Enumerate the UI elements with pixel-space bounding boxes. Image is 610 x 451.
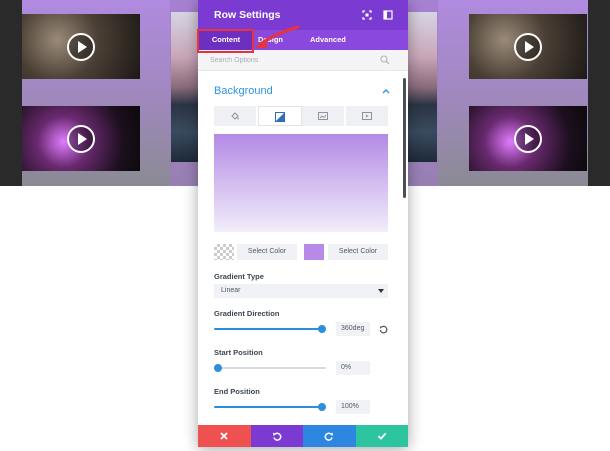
search-icon bbox=[380, 55, 390, 65]
background-tab-video[interactable] bbox=[346, 106, 388, 126]
caret-down-icon bbox=[378, 289, 384, 293]
video-thumbnail[interactable] bbox=[469, 14, 587, 79]
background-tab-image[interactable] bbox=[302, 106, 344, 126]
start-position-value[interactable]: 0% bbox=[336, 361, 370, 375]
modal-title: Row Settings bbox=[214, 9, 281, 21]
slider-knob[interactable] bbox=[318, 403, 326, 411]
gradient-color-pickers: Select Color Select Color bbox=[214, 244, 390, 260]
image-icon bbox=[318, 112, 328, 120]
slider-knob[interactable] bbox=[318, 325, 326, 333]
gradient-direction-slider[interactable] bbox=[214, 324, 326, 334]
slider-knob[interactable] bbox=[214, 364, 222, 372]
gradient-type-label: Gradient Type bbox=[214, 272, 264, 281]
color-swatch-transparent[interactable] bbox=[214, 244, 234, 260]
right-dark-margin bbox=[588, 0, 610, 186]
video-thumbnail[interactable] bbox=[469, 106, 587, 171]
scrollbar[interactable] bbox=[403, 78, 406, 198]
color-swatch-purple[interactable] bbox=[304, 244, 324, 260]
gradient-type-value: Linear bbox=[221, 287, 241, 294]
video-icon bbox=[362, 112, 372, 120]
end-position-label: End Position bbox=[214, 387, 260, 396]
fullscreen-icon[interactable] bbox=[362, 10, 372, 20]
video-thumbnail[interactable] bbox=[22, 106, 140, 171]
annotation-highlight-box bbox=[197, 29, 254, 53]
gradient-preview bbox=[214, 134, 388, 232]
modal-title-bar[interactable]: Row Settings bbox=[198, 0, 408, 30]
play-icon[interactable] bbox=[67, 124, 95, 153]
video-thumbnail[interactable] bbox=[22, 14, 140, 79]
end-position-value[interactable]: 100% bbox=[336, 400, 370, 414]
sidebar-toggle-icon[interactable] bbox=[383, 10, 393, 20]
close-icon bbox=[220, 432, 228, 440]
background-type-tabs bbox=[214, 106, 390, 126]
gradient-type-select[interactable]: Linear bbox=[214, 284, 388, 298]
cancel-button[interactable] bbox=[198, 425, 251, 447]
gradient-direction-value[interactable]: 360deg bbox=[336, 322, 370, 336]
annotation-arrow-icon bbox=[255, 25, 300, 48]
left-dark-margin bbox=[0, 0, 22, 186]
background-tab-color[interactable] bbox=[214, 106, 256, 126]
search-bar bbox=[198, 50, 408, 71]
undo-icon bbox=[272, 432, 281, 441]
undo-button[interactable] bbox=[250, 425, 303, 447]
section-title-background[interactable]: Background bbox=[214, 85, 273, 97]
select-color-button-end[interactable]: Select Color bbox=[328, 244, 388, 260]
reset-icon[interactable] bbox=[379, 325, 388, 334]
redo-button[interactable] bbox=[303, 425, 356, 447]
chevron-up-icon[interactable] bbox=[382, 87, 390, 95]
end-position-slider[interactable] bbox=[214, 402, 326, 412]
paint-bucket-icon bbox=[231, 112, 239, 120]
modal-footer bbox=[198, 425, 408, 447]
search-input[interactable] bbox=[210, 54, 380, 66]
redo-icon bbox=[324, 432, 333, 441]
play-icon[interactable] bbox=[67, 32, 95, 61]
play-icon[interactable] bbox=[514, 32, 542, 61]
save-button[interactable] bbox=[355, 425, 408, 447]
slider-track bbox=[214, 367, 326, 369]
row-settings-modal: Row Settings Content Design Advanced Bac… bbox=[198, 0, 408, 447]
slider-fill bbox=[214, 406, 322, 408]
check-icon bbox=[377, 432, 386, 440]
start-position-label: Start Position bbox=[214, 348, 263, 357]
gradient-icon bbox=[275, 112, 285, 122]
tab-advanced[interactable]: Advanced bbox=[310, 30, 346, 50]
play-icon[interactable] bbox=[514, 124, 542, 153]
start-position-slider[interactable] bbox=[214, 363, 326, 373]
background-tab-gradient[interactable] bbox=[258, 106, 302, 126]
slider-fill bbox=[214, 328, 322, 330]
gradient-direction-label: Gradient Direction bbox=[214, 309, 280, 318]
options-scroll-area[interactable]: Background Select Color Select Color Gra… bbox=[198, 72, 408, 424]
select-color-button-start[interactable]: Select Color bbox=[237, 244, 297, 260]
